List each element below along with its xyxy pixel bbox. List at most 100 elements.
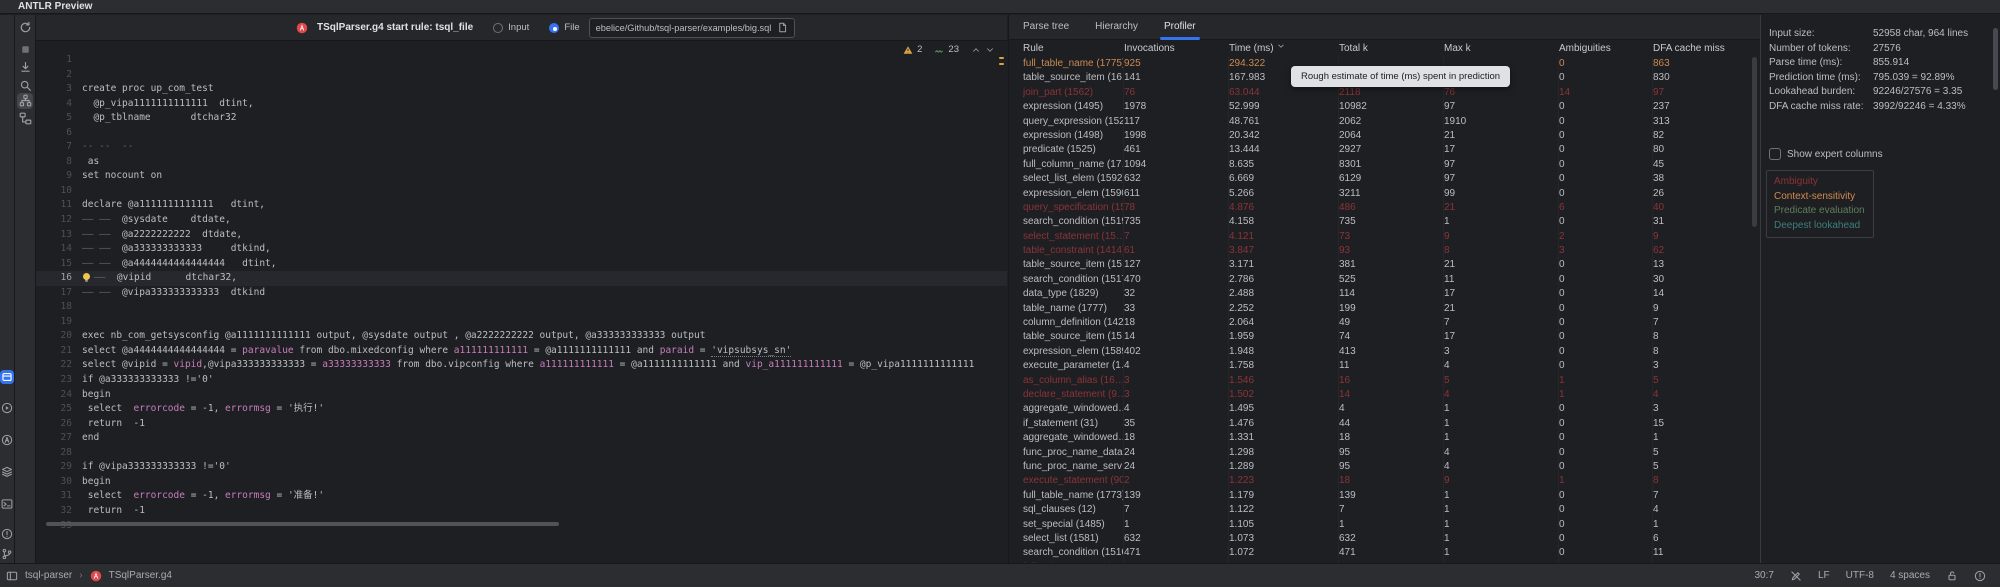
profiler-row[interactable]: select_list_elem (1592)6326.669612997038 <box>1009 172 1760 186</box>
code-line[interactable]: 9set nocount on <box>36 169 1007 184</box>
code-line[interactable]: 2 <box>36 68 1007 83</box>
code-line[interactable]: 25 select errorcode = -1, errormsg = '执行… <box>36 402 1007 417</box>
profiler-row[interactable]: predicate (1525)46113.444292717080 <box>1009 143 1760 157</box>
typo-count[interactable]: 23 <box>948 44 959 55</box>
input-radio-label[interactable]: Input <box>508 22 529 33</box>
error-stripe-mark[interactable] <box>999 63 1004 65</box>
code-line[interactable]: 7-- -- -- <box>36 140 1007 155</box>
antlr-preview-icon[interactable] <box>0 370 14 384</box>
profiler-row[interactable]: table_source_item (15…141.959741708 <box>1009 330 1760 344</box>
code-line[interactable]: 4 @p_vipa1111111111111 dtint, <box>36 97 1007 112</box>
code-line[interactable]: 28 <box>36 446 1007 461</box>
encoding-indicator[interactable]: UTF-8 <box>1846 570 1874 581</box>
column-header[interactable]: Rule <box>1023 40 1124 57</box>
window-vertical-scrollbar[interactable] <box>1993 28 1998 90</box>
code-line[interactable]: 20exec nb_com_getsysconfig @a11111111111… <box>36 329 1007 344</box>
code-line[interactable]: 5 @p_tblname dtchar32 <box>36 111 1007 126</box>
next-problem-icon[interactable] <box>985 45 995 55</box>
line-number[interactable]: 2 <box>36 68 82 83</box>
profiler-row[interactable]: sql_clauses (12)71.1227104 <box>1009 503 1760 517</box>
line-number[interactable]: 13 <box>36 228 82 243</box>
profiler-row[interactable]: set_special (1485)11.1051101 <box>1009 518 1760 532</box>
line-number[interactable]: 19 <box>36 315 82 330</box>
code-line[interactable]: 15—— —— @a4444444444444444 dtint, <box>36 257 1007 272</box>
profiler-row[interactable]: select_list (1581)6321.073632106 <box>1009 532 1760 546</box>
profiler-row[interactable]: expression (1498)199820.342206421082 <box>1009 129 1760 143</box>
line-number[interactable]: 15 <box>36 257 82 272</box>
column-header[interactable]: DFA cache miss <box>1653 40 1760 57</box>
profiler-row[interactable]: join_part (1562)7663.0442118761497 <box>1009 86 1760 100</box>
profiler-row[interactable]: search_condition (1516)4711.0724711011 <box>1009 546 1760 560</box>
code-line[interactable]: 3create proc up_com_test <box>36 82 1007 97</box>
line-number[interactable]: 17 <box>36 286 82 301</box>
breadcrumb-file[interactable]: TSqlParser.g4 <box>109 570 172 581</box>
column-header[interactable]: Ambiguities <box>1559 40 1653 57</box>
line-number[interactable]: 23 <box>36 373 82 388</box>
code-line[interactable]: 32 return -1 <box>36 504 1007 519</box>
profiler-row[interactable]: table_source_item (15…1273.17138121013 <box>1009 258 1760 272</box>
code-line[interactable]: 27end <box>36 431 1007 446</box>
prev-problem-icon[interactable] <box>971 45 981 55</box>
indent-indicator[interactable]: 4 spaces <box>1890 570 1930 581</box>
code-editor[interactable]: 123create proc up_com_test4 @p_vipa11111… <box>36 41 1007 563</box>
profiler-row[interactable]: as_column_alias (16…31.54616515 <box>1009 374 1760 388</box>
scroll-to-source-icon[interactable] <box>17 60 33 76</box>
profiler-row[interactable]: full_table_name (1773)1391.179139107 <box>1009 489 1760 503</box>
table-scrollbar[interactable] <box>1752 57 1757 227</box>
hierarchy-icon[interactable] <box>17 111 33 127</box>
intention-bulb-icon[interactable] <box>83 273 90 280</box>
line-number[interactable]: 6 <box>36 126 82 141</box>
code-line[interactable]: 31 select errorcode = -1, errormsg = '准备… <box>36 489 1007 504</box>
line-number[interactable]: 28 <box>36 446 82 461</box>
tab-hierarchy[interactable]: Hierarchy <box>1095 15 1138 40</box>
code-line[interactable]: 23if @a333333333333 !='0' <box>36 373 1007 388</box>
profiler-row[interactable]: select_statement (15…74.12173929 <box>1009 230 1760 244</box>
line-number[interactable]: 24 <box>36 388 82 403</box>
file-icon[interactable] <box>777 22 788 33</box>
profiler-row[interactable]: func_proc_name_data…241.29895405 <box>1009 446 1760 460</box>
profiler-row[interactable]: full_column_name (17…10948.635830197045 <box>1009 158 1760 172</box>
line-number[interactable]: 30 <box>36 475 82 490</box>
git-branch-icon[interactable] <box>1 548 13 560</box>
profiler-row[interactable]: expression_elem (1589)4021.948413308 <box>1009 345 1760 359</box>
code-line[interactable]: 18 <box>36 300 1007 315</box>
profiler-row[interactable]: declare_statement (9…31.50214414 <box>1009 388 1760 402</box>
profiler-row[interactable]: column_definition (1421)182.06449707 <box>1009 316 1760 330</box>
profiler-row[interactable]: aggregate_windowed…181.33118101 <box>1009 431 1760 445</box>
problems-icon[interactable] <box>1 528 13 540</box>
code-line[interactable]: 13—— —— @a2222222222 dtdate, <box>36 228 1007 243</box>
code-line[interactable]: 19 <box>36 315 1007 330</box>
code-line[interactable]: 17—— —— @vipa333333333333 dtkind <box>36 286 1007 301</box>
tool-window-toggle-icon[interactable] <box>6 570 18 582</box>
code-line[interactable]: 21select @a4444444444444444 = paravalue … <box>36 344 1007 359</box>
run-icon[interactable] <box>1 402 13 414</box>
structure-icon[interactable] <box>17 93 33 109</box>
caret-position[interactable]: 30:7 <box>1754 570 1773 581</box>
line-number[interactable]: 9 <box>36 169 82 184</box>
inspections-widget[interactable]: 2 23 <box>903 44 995 55</box>
line-number[interactable]: 3 <box>36 82 82 97</box>
input-radio[interactable] <box>493 23 503 33</box>
file-radio-label[interactable]: File <box>564 22 579 33</box>
layers-icon[interactable] <box>1 466 13 478</box>
code-line[interactable]: 24begin <box>36 388 1007 403</box>
line-number[interactable]: 32 <box>36 504 82 519</box>
line-number[interactable]: 31 <box>36 489 82 504</box>
column-header[interactable]: Max k <box>1444 40 1559 57</box>
refresh-icon[interactable] <box>17 20 33 36</box>
line-number[interactable]: 8 <box>36 155 82 170</box>
column-header[interactable]: Invocations <box>1124 40 1229 57</box>
code-line[interactable]: 10 <box>36 184 1007 199</box>
search-icon[interactable] <box>17 78 33 94</box>
profiler-row[interactable]: execute_parameter (1…41.75811403 <box>1009 359 1760 373</box>
show-expert-columns-checkbox[interactable] <box>1769 148 1781 160</box>
line-number[interactable]: 16 <box>36 271 82 286</box>
profiler-row[interactable]: if_statement (31)351.476441015 <box>1009 417 1760 431</box>
profiler-row[interactable]: aggregate_windowed…41.4954103 <box>1009 402 1760 416</box>
code-line[interactable]: 14—— —— @a333333333333 dtkind, <box>36 242 1007 257</box>
file-path-field[interactable]: ebelice/Github/tsql-parser/examples/big.… <box>589 18 796 38</box>
profiler-row[interactable]: data_type (1829)322.48811417014 <box>1009 287 1760 301</box>
line-ending-indicator[interactable]: LF <box>1818 570 1830 581</box>
line-number[interactable]: 27 <box>36 431 82 446</box>
line-number[interactable]: 21 <box>36 344 82 359</box>
